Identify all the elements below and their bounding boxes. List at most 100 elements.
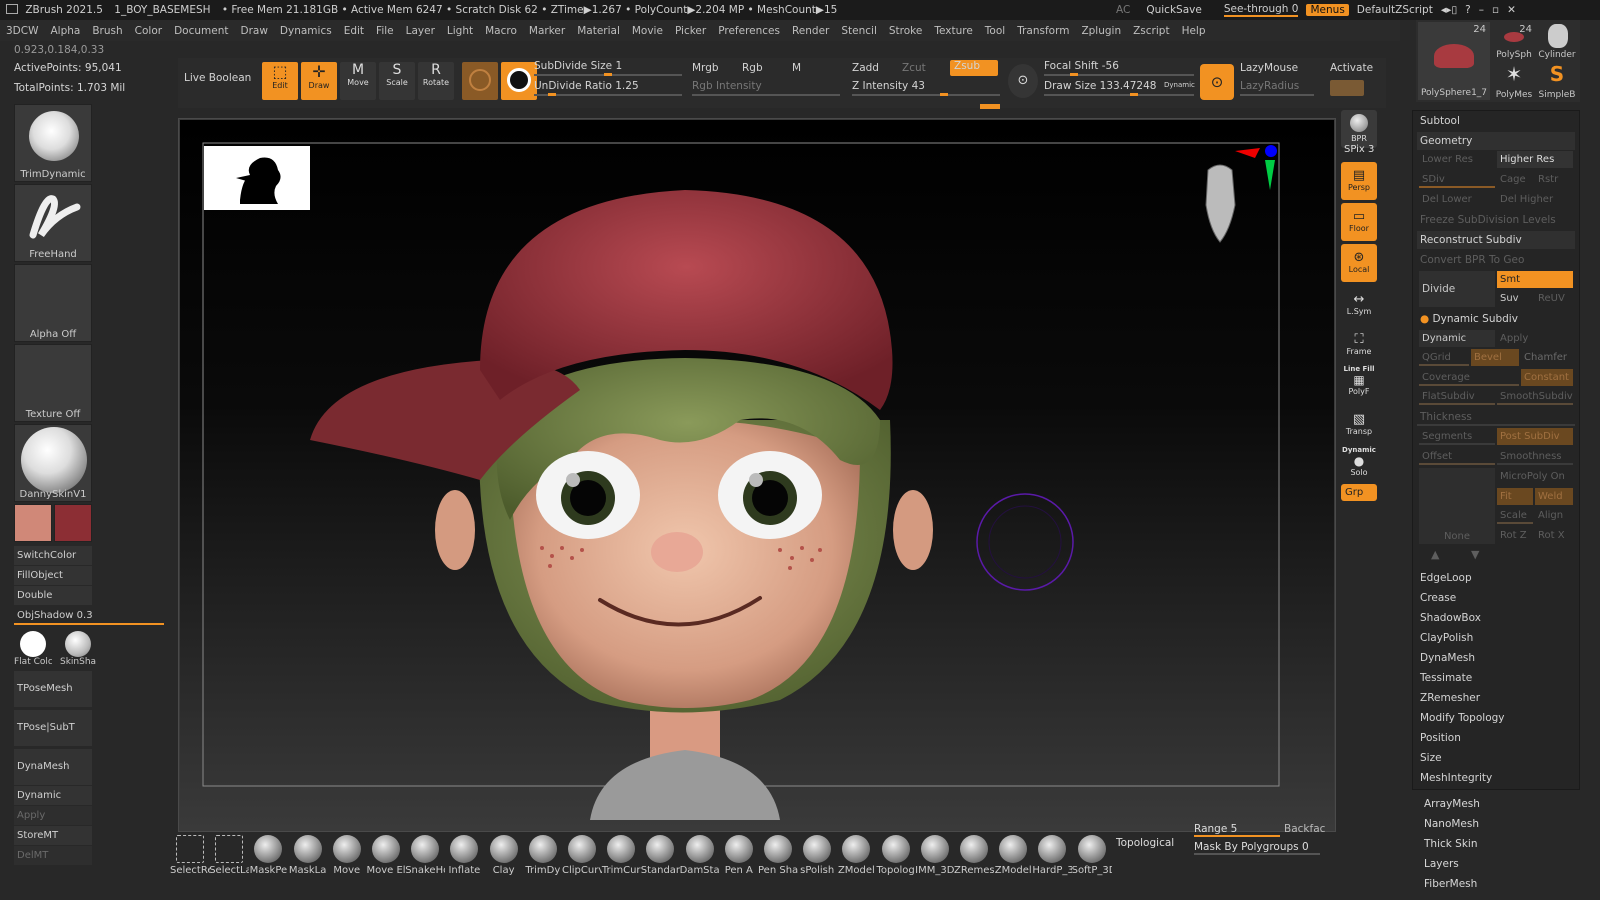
tessimate-section[interactable]: Tessimate — [1417, 669, 1575, 687]
brush-selectla[interactable]: SelectLa — [209, 835, 249, 876]
zcut-button[interactable]: Zcut — [902, 62, 926, 74]
convert-bpr-button[interactable]: Convert BPR To Geo — [1417, 251, 1575, 269]
quicksave-button[interactable]: QuickSave — [1146, 4, 1201, 16]
menu-tool[interactable]: Tool — [985, 25, 1005, 37]
thickness-slider[interactable]: Thickness — [1417, 408, 1575, 426]
polyf-button[interactable]: Line Fill ▦ PolyF — [1341, 365, 1377, 403]
arrow-down-icon[interactable]: ▼ — [1471, 548, 1479, 561]
brush-move[interactable]: Move — [327, 835, 367, 876]
geometry-header[interactable]: Geometry — [1417, 132, 1575, 150]
draw-size-slider[interactable]: Draw Size 133.47248 — [1044, 80, 1156, 92]
undivide-ratio-knob[interactable] — [548, 93, 556, 96]
brush-zmodel[interactable]: ZModel — [836, 835, 876, 876]
position-section[interactable]: Position — [1417, 729, 1575, 747]
menu-zplugin[interactable]: Zplugin — [1081, 25, 1121, 37]
lsym-button[interactable]: ↔ L.Sym — [1341, 286, 1377, 324]
persp-button[interactable]: ▤ Persp — [1341, 162, 1377, 200]
subtool-simplebrush[interactable]: S SimpleB — [1536, 62, 1578, 100]
help-icon[interactable]: ? — [1465, 4, 1471, 16]
subtool-polymesh[interactable]: ✶ PolyMes — [1494, 62, 1534, 100]
minimize-icon[interactable]: – — [1479, 4, 1484, 16]
subtool-polysph[interactable]: 24 PolySph — [1494, 22, 1534, 60]
dynamic-subdiv-header[interactable]: ● Dynamic Subdiv — [1417, 310, 1575, 328]
brush-imm-3d[interactable]: IMM_3D — [915, 835, 955, 876]
segments-slider[interactable]: Segments — [1419, 428, 1495, 445]
post-subdiv-toggle[interactable]: Post SubDiv — [1497, 428, 1573, 445]
grp-button[interactable]: Grp — [1341, 484, 1377, 501]
brush-maskpe[interactable]: MaskPe — [248, 835, 288, 876]
symmetry-axis-button[interactable] — [1330, 80, 1364, 96]
brush-selectre[interactable]: SelectRe — [170, 835, 210, 876]
brush-hardp-3[interactable]: HardP_3 — [1032, 835, 1072, 876]
default-zscript-button[interactable]: DefaultZScript — [1357, 4, 1433, 16]
offset-slider[interactable]: Offset — [1419, 448, 1495, 465]
brush-pen-a[interactable]: Pen A — [719, 835, 759, 876]
lazymouse-button[interactable]: ⊙ — [1200, 64, 1234, 100]
menu-draw[interactable]: Draw — [240, 25, 267, 37]
sculptris-pro-button[interactable]: ⊙ — [1008, 64, 1038, 98]
dynamic-size-toggle[interactable]: Dynamic — [1164, 81, 1195, 89]
brush-trimdy[interactable]: TrimDy — [523, 835, 563, 876]
brush-damsta[interactable]: DamSta — [680, 835, 720, 876]
arrow-up-icon[interactable]: ▲ — [1431, 548, 1439, 561]
dynamesh-section[interactable]: DynaMesh — [1417, 649, 1575, 667]
zadd-button[interactable]: Zadd — [852, 62, 879, 74]
subpalette-arraymesh[interactable]: ArrayMesh — [1424, 798, 1574, 818]
brush-maskla[interactable]: MaskLa — [288, 835, 328, 876]
subdivide-size-knob[interactable] — [604, 73, 612, 76]
brush-softp-3d[interactable]: SoftP_3D — [1072, 835, 1112, 876]
brush-selector[interactable]: TrimDynamic — [14, 104, 92, 182]
menu-3dcw[interactable]: 3DCW — [6, 25, 38, 37]
local-button[interactable]: ⊛ Local — [1341, 244, 1377, 282]
qgrid-slider[interactable]: QGrid — [1419, 349, 1469, 366]
rot-z-button[interactable]: Rot Z — [1497, 527, 1533, 544]
live-boolean-button[interactable]: Live Boolean — [184, 72, 251, 84]
freeze-subdiv-button[interactable]: Freeze SubDivision Levels — [1417, 211, 1575, 229]
brush-trimcur[interactable]: TrimCur — [601, 835, 641, 876]
menu-file[interactable]: File — [376, 25, 394, 37]
z-intensity-knob[interactable] — [940, 93, 948, 96]
dynamic-apply-button[interactable]: Apply — [1497, 330, 1573, 347]
brush-clay[interactable]: Clay — [484, 835, 524, 876]
smoothsubdiv-slider[interactable]: SmoothSubdiv — [1497, 388, 1573, 405]
micropoly-on-toggle[interactable]: MicroPoly On — [1497, 468, 1573, 485]
floor-button[interactable]: ▭ Floor — [1341, 203, 1377, 241]
higher-res-button[interactable]: Higher Res — [1497, 151, 1573, 168]
menu-dynamics[interactable]: Dynamics — [280, 25, 332, 37]
menu-picker[interactable]: Picker — [675, 25, 706, 37]
brush-zremes[interactable]: ZRemes — [954, 835, 994, 876]
menu-edit[interactable]: Edit — [344, 25, 364, 37]
del-lower-button[interactable]: Del Lower — [1419, 191, 1495, 208]
store-mt-button[interactable]: StoreMT — [14, 826, 92, 845]
double-button[interactable]: Double — [14, 586, 92, 605]
modify-topology-section[interactable]: Modify Topology — [1417, 709, 1575, 727]
draw-size-knob[interactable] — [1130, 93, 1138, 96]
sculpt-canvas[interactable] — [180, 120, 1334, 830]
focal-shift-slider[interactable]: Focal Shift -56 — [1044, 60, 1119, 72]
align-button[interactable]: Align — [1535, 507, 1573, 524]
fill-object-button[interactable]: FillObject — [14, 566, 92, 585]
dynamesh-button[interactable]: DynaMesh — [14, 749, 92, 785]
focal-shift-knob[interactable] — [1070, 73, 1078, 76]
texture-selector[interactable]: Texture Off — [14, 344, 92, 422]
brush-spolish[interactable]: sPolish — [797, 835, 837, 876]
brush-pen-sha[interactable]: Pen Sha — [758, 835, 798, 876]
weld-toggle[interactable]: Weld — [1535, 488, 1573, 505]
seethrough-slider[interactable]: See-through 0 — [1223, 3, 1299, 17]
3d-viewport[interactable] — [180, 120, 1334, 830]
micropoly-preview[interactable]: None — [1419, 468, 1495, 544]
shadowbox-section[interactable]: ShadowBox — [1417, 609, 1575, 627]
edit-button[interactable]: ⬚ Edit — [262, 62, 298, 100]
transp-button[interactable]: ▧ Transp — [1341, 406, 1377, 444]
activate-button[interactable]: Activate — [1330, 62, 1373, 74]
menu-document[interactable]: Document — [174, 25, 228, 37]
dynamic-toggle[interactable]: Dynamic — [14, 786, 92, 805]
subpalette-nanomesh[interactable]: NanoMesh — [1424, 818, 1574, 838]
m-button[interactable]: M — [792, 62, 801, 74]
solo-button[interactable]: Dynamic ● Solo — [1341, 446, 1377, 484]
menu-zscript[interactable]: Zscript — [1133, 25, 1169, 37]
z-intensity-slider[interactable]: Z Intensity 43 — [852, 80, 925, 92]
subpalette-thick-skin[interactable]: Thick Skin — [1424, 838, 1574, 858]
menu-macro[interactable]: Macro — [485, 25, 517, 37]
menu-marker[interactable]: Marker — [529, 25, 565, 37]
